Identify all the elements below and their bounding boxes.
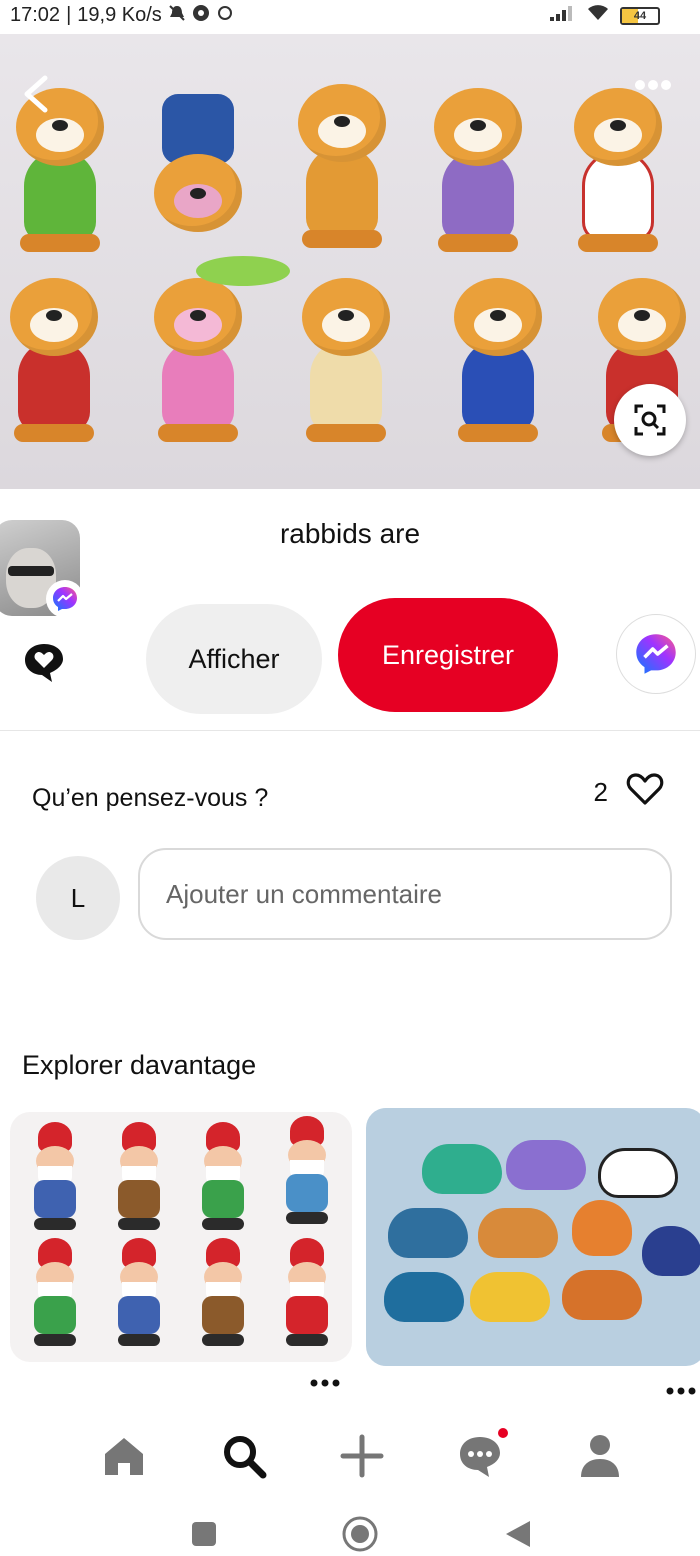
gnome-figure: [22, 1238, 88, 1350]
back-button-system[interactable]: [498, 1514, 538, 1554]
animal-figure: [562, 1270, 642, 1320]
speech-bubble-heart-icon: [25, 644, 63, 682]
toy-figure: [560, 84, 676, 264]
mute-icon: [168, 4, 186, 27]
gnome-figure: [106, 1122, 172, 1234]
system-nav: [0, 1504, 700, 1556]
status-right: 44: [550, 4, 660, 27]
explore-heading: Explorer davantage: [22, 1050, 257, 1080]
profile-icon: [581, 1435, 619, 1477]
gnome-figure: [22, 1122, 88, 1234]
like-count: 2: [593, 777, 608, 807]
plus-icon: [340, 1434, 384, 1478]
animal-figure: [388, 1208, 468, 1258]
nav-profile[interactable]: [568, 1424, 632, 1488]
more-options-button[interactable]: [634, 72, 672, 92]
gnome-figure: [274, 1116, 340, 1228]
toy-figure: [140, 84, 256, 264]
signal-icon: [550, 5, 576, 26]
card-more-button[interactable]: [666, 1376, 696, 1396]
animal-figure: [598, 1148, 678, 1198]
animal-figure: [422, 1144, 502, 1194]
save-button[interactable]: Enregistrer: [338, 598, 558, 712]
nav-home[interactable]: [92, 1424, 156, 1488]
toy-figure: [0, 274, 112, 454]
animal-figure: [572, 1200, 632, 1256]
toy-figure: [140, 274, 256, 454]
status-time: 17:02: [10, 4, 61, 26]
status-bar: 17:02 | 19,9 Ko/s 44: [0, 0, 700, 34]
home-circle-icon: [342, 1516, 378, 1552]
animal-figure: [642, 1226, 700, 1276]
battery-level: 44: [633, 9, 647, 22]
home-button[interactable]: [340, 1514, 380, 1554]
view-button[interactable]: Afficher: [146, 604, 322, 714]
visual-search-icon: [634, 404, 666, 436]
notification-dot: [498, 1428, 508, 1438]
pin-title: rabbids are: [279, 518, 421, 549]
recents-button[interactable]: [184, 1514, 224, 1554]
explore-pin-card[interactable]: [10, 1112, 352, 1362]
bottom-nav: [0, 1410, 700, 1504]
back-triangle-icon: [506, 1521, 530, 1547]
toy-figure: [284, 80, 400, 260]
comment-button[interactable]: [22, 640, 66, 684]
heart-icon: [626, 773, 664, 805]
toy-figure: [440, 274, 556, 454]
messenger-icon: [53, 587, 77, 611]
nav-search[interactable]: [212, 1424, 276, 1488]
share-messenger-button[interactable]: [616, 614, 696, 694]
comment-input[interactable]: [138, 848, 672, 940]
comments-heading: Qu’en pensez-vous ?: [32, 784, 269, 812]
explore-pin-card[interactable]: [366, 1108, 700, 1366]
battery-icon: 44: [620, 6, 660, 25]
messenger-badge: [46, 580, 84, 618]
card-more-button[interactable]: [310, 1368, 340, 1388]
recents-square-icon: [192, 1522, 216, 1546]
animal-figure: [384, 1272, 464, 1322]
sync-icon: [216, 4, 234, 27]
status-left: 17:02 | 19,9 Ko/s: [10, 4, 234, 27]
search-icon: [224, 1436, 267, 1479]
gnome-figure: [274, 1238, 340, 1350]
current-user-avatar: L: [36, 856, 120, 940]
gnome-figure: [190, 1122, 256, 1234]
visual-search-button[interactable]: [614, 384, 686, 456]
status-network-speed: 19,9 Ko/s: [77, 4, 162, 26]
messenger-icon: [636, 634, 676, 674]
animal-figure: [506, 1140, 586, 1190]
animal-figure: [470, 1272, 550, 1322]
gnome-figure: [190, 1238, 256, 1350]
umbrella-prop: [196, 256, 290, 286]
divider: [0, 730, 700, 731]
chrome-icon: [192, 4, 210, 27]
like-button[interactable]: [626, 772, 664, 813]
wifi-icon: [586, 4, 610, 27]
animal-figure: [478, 1208, 558, 1258]
back-button[interactable]: [14, 74, 58, 118]
nav-create[interactable]: [330, 1424, 394, 1488]
messages-icon: [460, 1437, 500, 1477]
toy-figure: [288, 274, 404, 454]
nav-messages[interactable]: [448, 1424, 512, 1488]
gnome-figure: [106, 1238, 172, 1350]
pin-image[interactable]: [0, 34, 700, 489]
likes: 2: [594, 772, 664, 813]
toy-figure: [420, 84, 536, 264]
home-icon: [105, 1438, 143, 1475]
